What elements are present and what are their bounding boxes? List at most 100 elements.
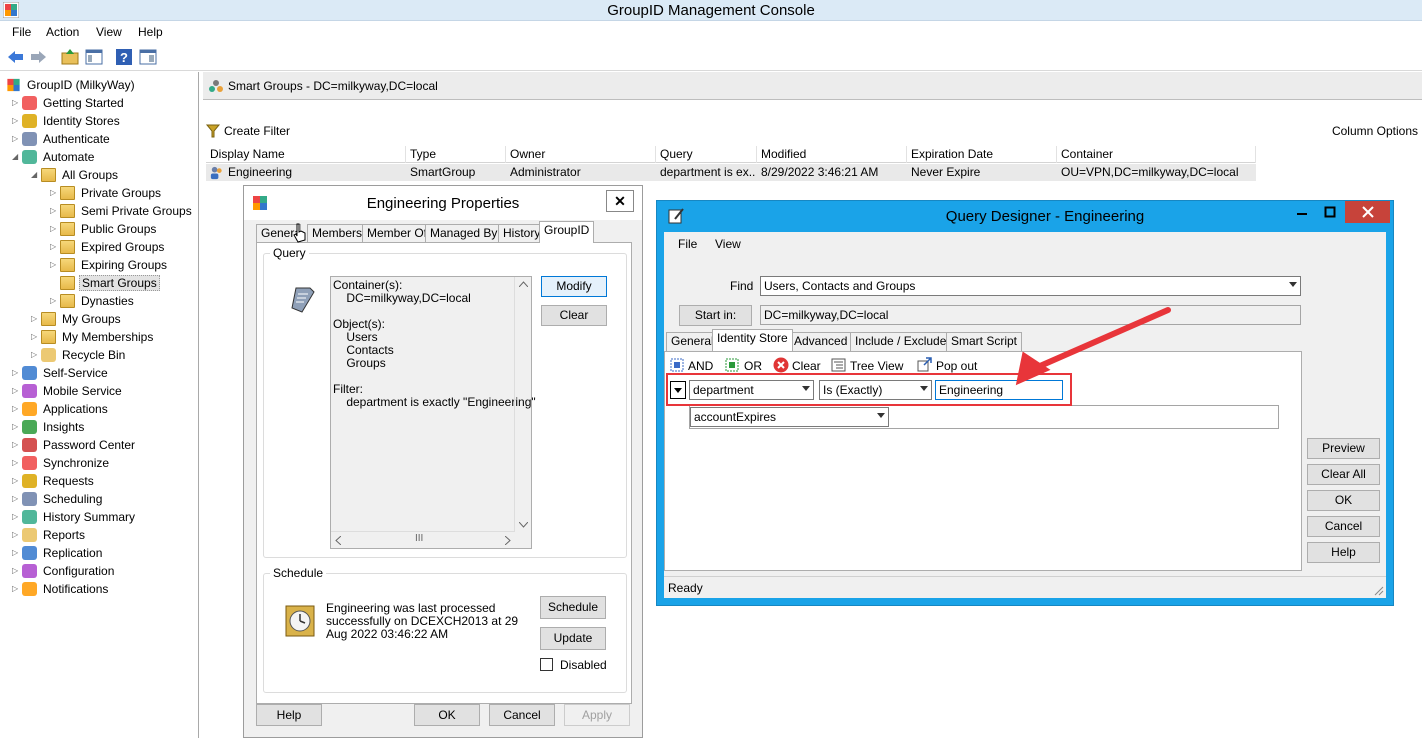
tree-item-applications[interactable]: ▷ Applications xyxy=(12,399,110,417)
menu-help[interactable]: Help xyxy=(138,25,163,39)
column-options-link[interactable]: Column Options xyxy=(1332,124,1418,138)
expand-arrow-icon[interactable]: ▷ xyxy=(31,328,41,346)
expand-arrow-icon[interactable]: ▷ xyxy=(12,544,22,562)
column-expiration-date[interactable]: Expiration Date xyxy=(907,146,1057,163)
clear-all-button[interactable]: Clear All xyxy=(1307,464,1380,485)
expand-arrow-icon[interactable]: ▷ xyxy=(12,418,22,436)
clear-query-button[interactable]: Clear xyxy=(792,359,821,373)
scroll-right-icon[interactable] xyxy=(505,536,511,545)
qd-menu-file[interactable]: File xyxy=(678,237,697,251)
tree-item-expiring-groups[interactable]: ▷ Expiring Groups xyxy=(50,255,169,273)
tree-item-authenticate[interactable]: ▷ Authenticate xyxy=(12,129,112,147)
tree-item-synchronize[interactable]: ▷ Synchronize xyxy=(12,453,111,471)
expand-arrow-icon[interactable]: ▷ xyxy=(12,400,22,418)
expand-arrow-icon[interactable]: ◢ xyxy=(12,148,22,166)
cancel-button[interactable]: Cancel xyxy=(489,704,555,726)
tree-item-recycle-bin[interactable]: ▷ Recycle Bin xyxy=(31,345,127,363)
apply-button[interactable]: Apply xyxy=(564,704,630,726)
tree-item-mobile-service[interactable]: ▷ Mobile Service xyxy=(12,381,124,399)
ok-button[interactable]: OK xyxy=(414,704,480,726)
menu-view[interactable]: View xyxy=(96,25,122,39)
qd-tab-identity-store[interactable]: Identity Store xyxy=(712,329,793,351)
expand-arrow-icon[interactable]: ▷ xyxy=(31,310,41,328)
expand-arrow-icon[interactable]: ▷ xyxy=(50,256,60,274)
create-filter-link[interactable]: Create Filter xyxy=(224,124,290,138)
expand-arrow-icon[interactable]: ▷ xyxy=(12,580,22,598)
properties-pane-icon[interactable] xyxy=(138,47,158,67)
tree-item-expired-groups[interactable]: ▷ Expired Groups xyxy=(50,237,166,255)
qd-tab-advanced[interactable]: Advanced xyxy=(789,332,853,351)
tree-item-getting-started[interactable]: ▷ Getting Started xyxy=(12,93,126,111)
expand-arrow-icon[interactable]: ▷ xyxy=(12,382,22,400)
expand-arrow-icon[interactable]: ▷ xyxy=(50,292,60,310)
close-button[interactable]: ✕ xyxy=(606,190,634,212)
preview-button[interactable]: Preview xyxy=(1307,438,1380,459)
expand-arrow-icon[interactable]: ▷ xyxy=(12,94,22,112)
maximize-button[interactable] xyxy=(1316,201,1344,223)
tree-item-replication[interactable]: ▷ Replication xyxy=(12,543,104,561)
tree-item-public-groups[interactable]: ▷ Public Groups xyxy=(50,219,158,237)
tree-item-insights[interactable]: ▷ Insights xyxy=(12,417,86,435)
tree-item-notifications[interactable]: ▷ Notifications xyxy=(12,579,110,597)
disabled-checkbox[interactable] xyxy=(540,658,553,671)
tree-item-password-center[interactable]: ▷ Password Center xyxy=(12,435,137,453)
query-text-box[interactable]: Container(s): DC=milkyway,DC=local Objec… xyxy=(330,276,536,549)
expand-arrow-icon[interactable]: ▷ xyxy=(50,238,60,256)
tree-item-private-groups[interactable]: ▷ Private Groups xyxy=(50,183,163,201)
qd-help-button[interactable]: Help xyxy=(1307,542,1380,563)
table-row[interactable]: Engineering SmartGroup Administrator dep… xyxy=(206,164,1256,181)
back-arrow-icon[interactable] xyxy=(6,47,26,67)
tab-member-of[interactable]: Member Of xyxy=(362,224,433,243)
horizontal-scrollbar[interactable]: III xyxy=(331,531,515,548)
tree-item-all-groups[interactable]: ◢ All Groups xyxy=(31,165,120,183)
tree-item-scheduling[interactable]: ▷ Scheduling xyxy=(12,489,104,507)
expand-arrow-icon[interactable]: ▷ xyxy=(31,346,41,364)
start-in-button[interactable]: Start in: xyxy=(679,305,752,326)
vertical-scrollbar[interactable] xyxy=(514,277,531,532)
show-hide-tree-icon[interactable] xyxy=(84,47,104,67)
qd-menu-view[interactable]: View xyxy=(715,237,741,251)
expand-arrow-icon[interactable]: ▷ xyxy=(12,508,22,526)
schedule-button[interactable]: Schedule xyxy=(540,596,606,619)
expand-arrow-icon[interactable]: ▷ xyxy=(12,562,22,580)
menu-action[interactable]: Action xyxy=(46,25,79,39)
tree-item-automate[interactable]: ◢ Automate xyxy=(12,147,96,165)
expand-arrow-icon[interactable]: ▷ xyxy=(12,490,22,508)
tree-item-dynasties[interactable]: ▷ Dynasties xyxy=(50,291,136,309)
expand-arrow-icon[interactable]: ▷ xyxy=(12,112,22,130)
help-button[interactable]: Help xyxy=(256,704,322,726)
forward-arrow-icon[interactable] xyxy=(28,47,48,67)
tree-item-reports[interactable]: ▷ Reports xyxy=(12,525,87,543)
column-display-name[interactable]: Display Name xyxy=(206,146,406,163)
menu-file[interactable]: File xyxy=(12,25,31,39)
expand-arrow-icon[interactable]: ▷ xyxy=(50,220,60,238)
help-icon[interactable]: ? xyxy=(114,47,134,67)
tree-item-smart-groups[interactable]: Smart Groups xyxy=(50,273,160,291)
tree-view-button[interactable]: Tree View xyxy=(850,359,903,373)
qd-tab-general[interactable]: General xyxy=(666,332,719,351)
tree-item-history-summary[interactable]: ▷ History Summary xyxy=(12,507,137,525)
column-owner[interactable]: Owner xyxy=(506,146,656,163)
expand-arrow-icon[interactable]: ▷ xyxy=(50,202,60,220)
tab-members[interactable]: Members xyxy=(307,224,368,243)
expand-arrow-icon[interactable]: ▷ xyxy=(12,472,22,490)
or-button[interactable]: OR xyxy=(744,359,762,373)
tab-groupid[interactable]: GroupID xyxy=(539,221,595,243)
qd-tab-include-exclude[interactable]: Include / Exclude xyxy=(850,332,952,351)
attribute-select-2[interactable]: accountExpires xyxy=(690,407,889,427)
scroll-up-icon[interactable] xyxy=(519,281,528,287)
tree-root[interactable]: GroupID (MilkyWay) xyxy=(6,75,137,93)
tab-managed-by[interactable]: Managed By xyxy=(425,224,503,243)
update-button[interactable]: Update xyxy=(540,627,606,650)
qd-cancel-button[interactable]: Cancel xyxy=(1307,516,1380,537)
column-container[interactable]: Container xyxy=(1057,146,1256,163)
tree-item-my-memberships[interactable]: ▷ My Memberships xyxy=(31,327,155,345)
expand-arrow-icon[interactable]: ▷ xyxy=(50,184,60,202)
up-folder-icon[interactable] xyxy=(60,47,80,67)
tree-item-self-service[interactable]: ▷ Self-Service xyxy=(12,363,110,381)
and-button[interactable]: AND xyxy=(688,359,713,373)
tree-item-my-groups[interactable]: ▷ My Groups xyxy=(31,309,123,327)
tree-item-identity-stores[interactable]: ▷ Identity Stores xyxy=(12,111,122,129)
pop-out-button[interactable]: Pop out xyxy=(936,359,977,373)
expand-arrow-icon[interactable]: ▷ xyxy=(12,364,22,382)
